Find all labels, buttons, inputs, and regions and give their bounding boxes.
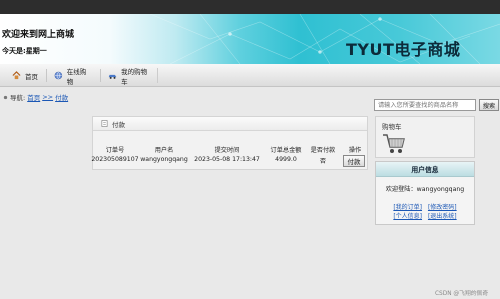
nav-cart-label: 我的购物车 bbox=[121, 67, 148, 86]
globe-icon bbox=[54, 71, 63, 80]
breadcrumb-prefix: 导航: bbox=[10, 94, 26, 102]
user-welcome: 欢迎登陆：wangyongqang bbox=[385, 186, 465, 193]
car-icon bbox=[108, 74, 117, 79]
cart-box: 购物车 bbox=[375, 116, 475, 158]
shopping-cart-icon[interactable] bbox=[382, 133, 406, 155]
user-links-row: [我的订单] [修改密码] bbox=[376, 202, 474, 211]
order-total: 4999.0 bbox=[275, 156, 297, 163]
search-input[interactable] bbox=[374, 99, 476, 111]
home-icon bbox=[12, 71, 21, 80]
nav-home[interactable]: 首页 bbox=[6, 68, 44, 83]
table-row: 202305089107 wangyongqang 2023-05-08 17:… bbox=[91, 156, 369, 167]
watermark: CSDN @飞翔的佩奇 bbox=[435, 291, 489, 297]
payment-panel-header: 付款 bbox=[93, 117, 367, 131]
column-header: 操作 bbox=[348, 147, 362, 154]
cart-box-title: 购物车 bbox=[382, 123, 402, 131]
column-header: 是否付款 bbox=[310, 147, 336, 154]
my-orders-link[interactable]: [我的订单] bbox=[393, 204, 422, 211]
user-info-title: 用户信息 bbox=[376, 162, 474, 177]
logout-link[interactable]: [退出系统] bbox=[428, 213, 457, 220]
breadcrumb-home-link[interactable]: 首页 bbox=[27, 92, 40, 102]
column-header: 提交时间 bbox=[214, 147, 240, 154]
brand-title: TYUT电子商城 bbox=[346, 40, 461, 59]
document-icon bbox=[101, 120, 108, 127]
change-password-link[interactable]: [修改密码] bbox=[428, 204, 457, 211]
personal-info-link[interactable]: [个人信息] bbox=[393, 213, 422, 220]
search-button[interactable]: 搜索 bbox=[479, 99, 499, 111]
dot-icon bbox=[3, 95, 8, 99]
payment-panel: 付款 订单号 用户名 提交时间 订单总金额 是否付款 操作 2023050891… bbox=[91, 116, 369, 170]
table-header-row: 订单号 用户名 提交时间 订单总金额 是否付款 操作 bbox=[93, 145, 369, 156]
column-header: 用户名 bbox=[154, 147, 174, 154]
user-info-box: 用户信息 欢迎登陆：wangyongqang [我的订单] [修改密码] [个人… bbox=[375, 161, 475, 225]
today-weekday: 今天是:星期一 bbox=[2, 47, 47, 55]
column-header: 订单号 bbox=[105, 147, 125, 154]
breadcrumb-current[interactable]: 付款 bbox=[55, 92, 68, 102]
nav-shop-label: 在线购物 bbox=[66, 67, 87, 86]
pay-button[interactable]: 付款 bbox=[343, 155, 365, 167]
breadcrumb: 导航: 首页 >> 付款 bbox=[3, 92, 68, 102]
payment-title: 付款 bbox=[112, 120, 125, 129]
site-welcome: 欢迎来到网上商城 bbox=[2, 30, 75, 40]
nav-divider bbox=[100, 69, 101, 82]
nav-my-cart[interactable]: 我的购物车 bbox=[102, 67, 158, 86]
column-header: 订单总金额 bbox=[270, 147, 302, 154]
main-nav: 首页 在线购物 我的购物车 bbox=[0, 64, 500, 87]
nav-online-shopping[interactable]: 在线购物 bbox=[48, 67, 98, 86]
breadcrumb-separator: >> bbox=[42, 93, 54, 101]
order-number: 202305089107 bbox=[91, 156, 139, 163]
user-links-row: [个人信息] [退出系统] bbox=[376, 211, 474, 220]
payment-table: 订单号 用户名 提交时间 订单总金额 是否付款 操作 202305089107 … bbox=[91, 145, 369, 167]
nav-home-label: 首页 bbox=[25, 72, 38, 81]
header-banner: 欢迎来到网上商城 今天是:星期一 TYUT电子商城 bbox=[0, 14, 500, 64]
order-paid-status: 否 bbox=[319, 158, 327, 165]
nav-divider bbox=[46, 69, 47, 82]
top-strip bbox=[0, 0, 500, 14]
order-username: wangyongqang bbox=[140, 156, 188, 163]
order-submit-time: 2023-05-08 17:13:47 bbox=[194, 156, 260, 163]
